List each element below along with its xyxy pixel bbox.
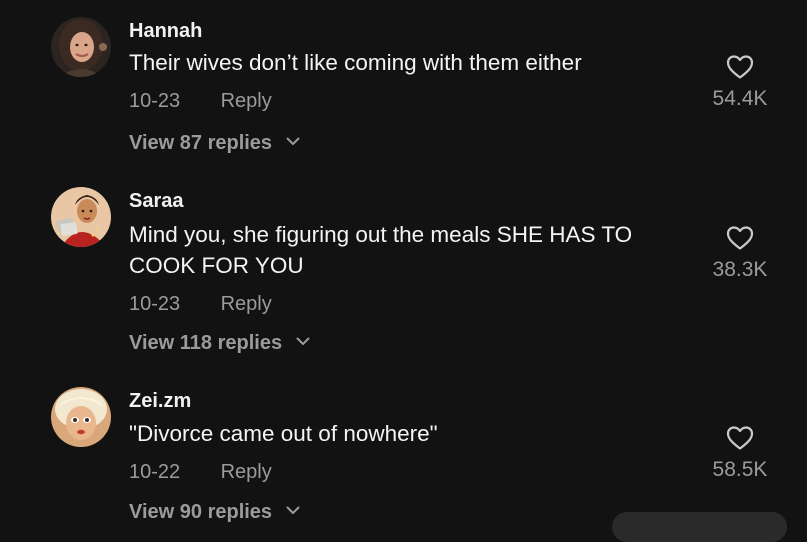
reply-button[interactable]: Reply [221,293,272,315]
comment-meta: 10-22 Reply [129,461,272,484]
comment-meta: 10-23 Reply [129,293,272,316]
comment-date: 10-23 [129,90,181,112]
comment-username[interactable]: Hannah [129,20,202,43]
like-count: 54.4K [712,87,768,110]
like-count: 58.5K [712,458,768,481]
comment-meta: 10-23 Reply [129,90,272,113]
reply-button[interactable]: Reply [221,90,272,112]
view-replies-label: View 87 replies [129,132,273,154]
heart-icon[interactable] [726,425,754,451]
heart-icon[interactable] [726,225,754,251]
like-group: 58.5K [690,425,790,482]
chevron-down-icon [286,506,300,515]
avatar[interactable] [51,387,111,447]
like-group: 38.3K [690,225,790,282]
view-replies-label: View 118 replies [129,332,283,354]
view-replies-button[interactable]: View 118 replies [129,332,310,355]
comment-date: 10-23 [129,293,181,315]
comment-text: Their wives don’t like coming with them … [129,50,582,75]
comment-username[interactable]: Saraa [129,190,184,213]
floating-comment-bar[interactable] [612,512,787,542]
illustrated-woman-avatar-icon [51,187,111,247]
comment-date: 10-22 [129,461,181,483]
chevron-down-icon [286,137,300,146]
like-count: 38.3K [712,258,768,281]
woman-portrait-avatar-icon [51,17,111,77]
comment-text: Mind you, she figuring out the meals SHE… [129,222,633,278]
doll-face-avatar-icon [51,387,111,447]
view-replies-label: View 90 replies [129,501,273,523]
chevron-down-icon [296,337,310,346]
comment-username[interactable]: Zei.zm [129,390,191,413]
heart-icon[interactable] [726,54,754,80]
avatar[interactable] [51,187,111,247]
like-group: 54.4K [690,54,790,111]
avatar[interactable] [51,17,111,77]
comment-text: "Divorce came out of nowhere" [129,421,438,446]
view-replies-button[interactable]: View 87 replies [129,132,300,155]
reply-button[interactable]: Reply [221,461,272,483]
